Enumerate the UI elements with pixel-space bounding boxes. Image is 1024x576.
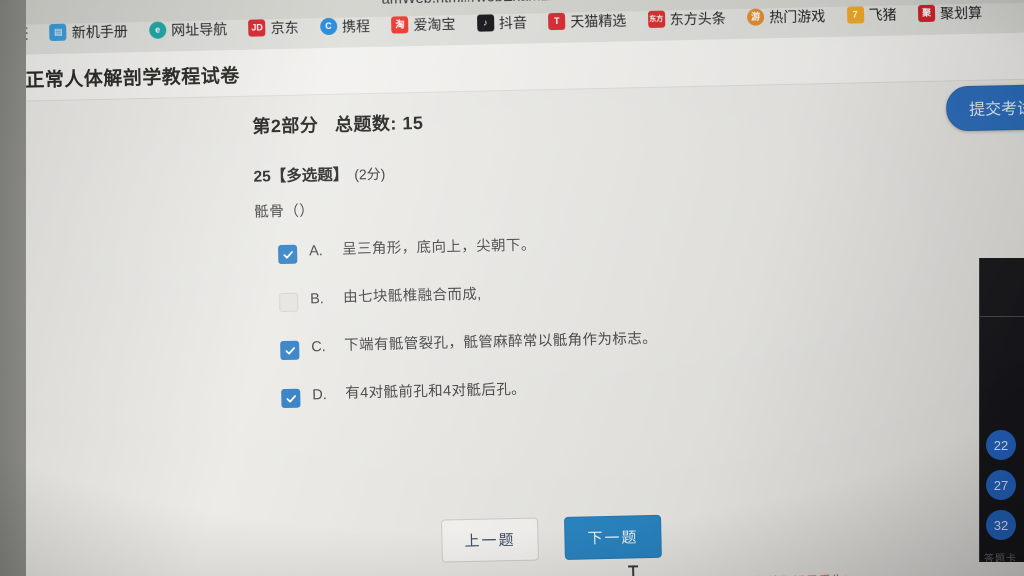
option-c-text: 下端有骶管裂孔，骶管麻醉常以骶角作为标志。	[344, 330, 658, 354]
option-b[interactable]: B. 由七块骶椎融合而成,	[280, 276, 1002, 312]
question-number-27[interactable]: 27	[986, 470, 1016, 500]
question-header: 25【多选题】 (2分)	[253, 162, 385, 187]
option-c[interactable]: C. 下端有骶管裂孔，骶管麻醉常以骶角作为标志。	[281, 324, 1003, 360]
total-questions-count: 15	[402, 112, 424, 134]
panel-divider	[980, 316, 1024, 317]
bookmark-item[interactable]: ▤ 新机手册	[49, 23, 128, 42]
bookmark-item[interactable]: C 携程	[319, 17, 371, 36]
bookmark-item[interactable]: T 天猫精选	[548, 12, 627, 31]
bookmark-item[interactable]: e 网址导航	[148, 20, 228, 40]
bookmark-label: 东方头条	[669, 10, 726, 28]
juhuasuan-icon: 聚	[917, 4, 936, 23]
bookmark-label: 新机手册	[71, 23, 128, 41]
bookmark-item[interactable]: 淘 爱淘宝	[391, 15, 456, 34]
exam-page: 正常人体解剖学教程试卷 提交考试 第2部分 总题数: 15 25【多选题】 (2分…	[4, 32, 1024, 576]
compass-icon: e	[148, 21, 167, 40]
option-d-letter: D.	[312, 387, 327, 404]
part-label: 第2部分	[252, 115, 319, 137]
submit-exam-button[interactable]: 提交考试	[945, 84, 1024, 132]
option-b-checkbox[interactable]	[280, 293, 298, 312]
question-stem: 骶骨（）	[254, 203, 315, 221]
bookmark-item[interactable]: 7 飞猪	[846, 6, 897, 24]
bookmark-label: 飞猪	[868, 6, 897, 23]
option-a-text: 呈三角形，底向上，尖朝下。	[341, 237, 536, 258]
question-number-32[interactable]: 32	[986, 510, 1016, 540]
question-score: (2分)	[354, 165, 386, 183]
bookmark-item[interactable]: 东方 东方头条	[647, 10, 726, 29]
bookmark-item[interactable]: 手机书签	[0, 25, 29, 43]
question-type: 【多选题】	[270, 166, 349, 186]
douyin-icon: ♪	[476, 14, 495, 32]
bookmark-label: 天猫精选	[570, 12, 627, 30]
fliggy-icon: 7	[846, 6, 864, 24]
bookmark-item[interactable]: 聚 聚划算	[917, 4, 983, 23]
option-a[interactable]: A. 呈三角形，底向上，尖朝下。	[279, 228, 1001, 264]
options-list: A. 呈三角形，底向上，尖朝下。 B. 由七块骶椎融合而成, C. 下端有骶管裂…	[279, 228, 1005, 436]
manual-icon: ▤	[49, 23, 67, 42]
bookmark-item[interactable]: 游 热门游戏	[747, 7, 826, 27]
option-b-letter: B.	[310, 291, 325, 308]
dongfang-icon: 东方	[647, 10, 665, 29]
option-a-checkbox[interactable]	[279, 245, 297, 264]
option-d-text: 有4对骶前孔和4对骶后孔。	[345, 381, 527, 402]
tmall-icon: T	[548, 13, 566, 31]
bookmark-label: 热门游戏	[769, 7, 826, 26]
taobao-icon: 淘	[391, 16, 409, 34]
prev-question-button[interactable]: 上一题	[440, 517, 539, 563]
bookmark-label: 京东	[270, 19, 299, 36]
upload-icon[interactable]	[999, 0, 1019, 1]
bookmark-item[interactable]: JD 京东	[248, 19, 299, 37]
text-cursor	[628, 565, 638, 576]
bookmark-label: 手机书签	[0, 25, 29, 43]
option-d-checkbox[interactable]	[282, 389, 300, 408]
page-title: 正常人体解剖学教程试卷	[25, 65, 241, 92]
question-navigation: 上一题 下一题	[15, 506, 1024, 572]
bookmark-item[interactable]: ♪ 抖音	[476, 14, 528, 32]
next-question-button[interactable]: 下一题	[563, 514, 662, 560]
total-questions-label: 总题数:	[334, 113, 398, 135]
question-number-22[interactable]: 22	[986, 430, 1016, 460]
option-b-text: 由七块骶椎融合而成,	[342, 286, 482, 306]
answer-card-panel[interactable]: 22 27 32 答题卡	[979, 258, 1024, 562]
jd-icon: JD	[248, 19, 266, 37]
option-c-checkbox[interactable]	[281, 341, 299, 360]
option-a-letter: A.	[308, 243, 324, 260]
question-number: 25	[253, 168, 271, 186]
bookmark-label: 网址导航	[171, 20, 228, 39]
monitor-photo: amWeb.html#/webExamList/doexamination/12…	[0, 0, 1024, 576]
ctrip-icon: C	[319, 18, 338, 36]
option-d[interactable]: D. 有4对骶前孔和4对骶后孔。	[282, 372, 1004, 408]
answer-card-label: 答题卡	[984, 554, 1017, 562]
option-c-letter: C.	[311, 339, 326, 356]
browser-window: amWeb.html#/webExamList/doexamination/12…	[0, 0, 1024, 576]
games-icon: 游	[747, 8, 765, 27]
bookmark-label: 携程	[341, 17, 371, 35]
bookmark-label: 爱淘宝	[413, 15, 456, 33]
part-header: 第2部分 总题数: 15	[252, 109, 424, 139]
bookmark-label: 抖音	[498, 14, 528, 32]
bookmark-label: 聚划算	[939, 4, 983, 22]
